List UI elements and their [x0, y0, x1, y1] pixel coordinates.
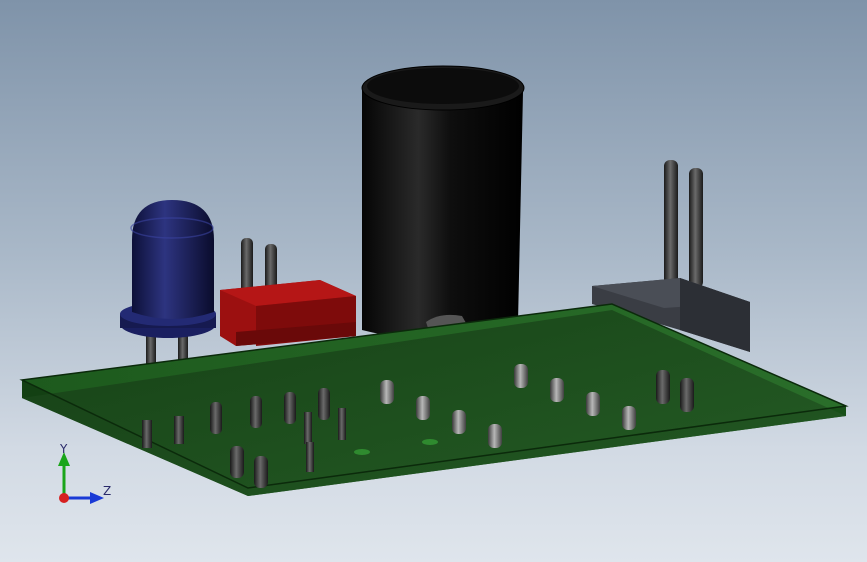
z-arrow-icon: [90, 492, 104, 504]
coordinate-triad-icon: Y Z: [44, 440, 124, 510]
led[interactable]: [120, 200, 216, 366]
pcb-model-render[interactable]: [0, 0, 867, 562]
y-axis-label: Y: [60, 442, 68, 456]
origin-icon: [59, 493, 69, 503]
electrolytic-capacitor[interactable]: [361, 65, 525, 339]
triad-svg: [58, 452, 104, 504]
red-pin-header[interactable]: [220, 238, 356, 346]
3d-viewport[interactable]: Y Z: [0, 0, 867, 562]
z-axis-label: Z: [103, 484, 112, 498]
